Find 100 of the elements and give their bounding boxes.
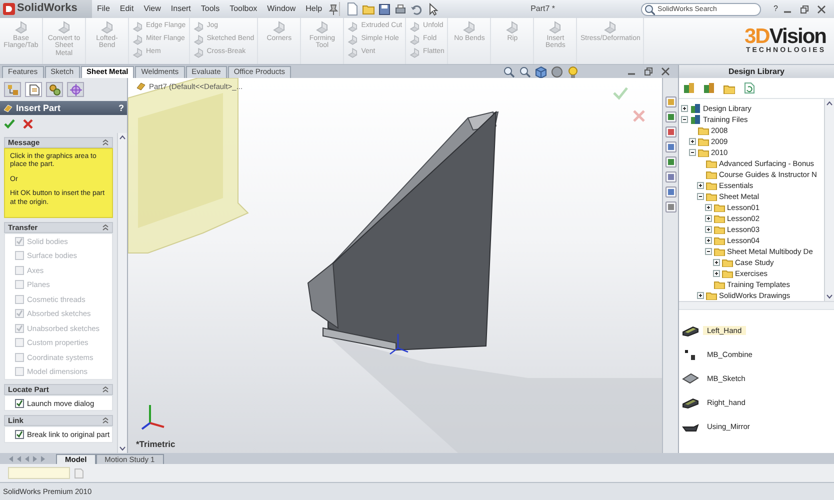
expand-toggle[interactable] [697, 182, 704, 189]
task-pane-icon[interactable] [664, 111, 676, 123]
expand-toggle[interactable] [681, 116, 688, 123]
x-mark-icon[interactable] [23, 119, 33, 129]
restore-icon[interactable] [800, 4, 809, 14]
folder-icon [706, 170, 717, 179]
bent-plate-icon [409, 47, 420, 58]
bent-plate-icon [347, 21, 358, 32]
task-pane-icon[interactable] [664, 96, 676, 108]
folder-icon [722, 268, 733, 278]
check-mark-icon[interactable] [613, 87, 628, 100]
help-button[interactable]: ? [768, 4, 783, 14]
light-bulb-icon[interactable] [567, 66, 579, 78]
printer-icon[interactable] [394, 2, 408, 16]
app-name: SolidWorks [17, 2, 78, 16]
menu-item[interactable]: Tools [196, 4, 225, 14]
task-pane-icon[interactable] [664, 126, 676, 138]
add-file-location-icon[interactable] [703, 82, 715, 94]
undo-icon[interactable] [410, 2, 424, 16]
bent-plate-icon [462, 20, 476, 34]
view-orientation-label: *Trimetric [136, 438, 176, 449]
coordinate-triad-icon [141, 405, 164, 430]
panel-tab[interactable] [4, 82, 21, 97]
expand-toggle[interactable] [689, 148, 696, 156]
bent-plate-icon [192, 47, 204, 58]
pushpin-icon[interactable] [327, 2, 340, 16]
zoom-icon[interactable] [519, 66, 531, 78]
folder-icon [698, 126, 709, 135]
new-document-icon[interactable] [346, 2, 360, 16]
bent-plate-icon [192, 34, 204, 45]
collapse-chevron-icon[interactable] [102, 417, 109, 424]
collapse-chevron-icon[interactable] [102, 224, 109, 231]
bent-plate-icon [192, 21, 204, 32]
close-icon[interactable] [661, 67, 670, 76]
panel-tab[interactable] [46, 82, 63, 97]
expand-toggle[interactable] [713, 270, 720, 277]
menu-item[interactable]: File [92, 4, 115, 14]
menu-item[interactable]: Window [262, 4, 301, 14]
panel-title: Design Library [728, 66, 784, 76]
panel-tab[interactable] [25, 82, 42, 97]
bent-plate-icon [315, 20, 330, 34]
expand-toggle[interactable] [713, 258, 720, 266]
menu-item[interactable]: Insert [166, 4, 196, 14]
restore-icon[interactable] [644, 67, 653, 76]
expand-toggle[interactable] [697, 192, 704, 200]
part-icon [136, 81, 146, 91]
refresh-icon[interactable] [743, 82, 755, 94]
expand-toggle[interactable] [705, 236, 712, 244]
folder-icon [706, 180, 717, 190]
collapse-chevron-icon[interactable] [102, 139, 109, 146]
tree-icon [6, 84, 18, 96]
help-button[interactable]: ? [118, 102, 124, 114]
bent-plate-icon [409, 34, 420, 45]
expand-toggle[interactable] [705, 248, 712, 255]
checkbox[interactable] [15, 430, 24, 440]
crosshair-icon [70, 84, 82, 96]
display-style-icon[interactable] [551, 66, 563, 78]
bent-plate-icon [409, 21, 420, 32]
add-to-library-icon[interactable] [683, 82, 695, 94]
expand-toggle[interactable] [705, 214, 712, 222]
scrollbar[interactable] [117, 133, 127, 453]
task-pane-icon[interactable] [664, 171, 676, 183]
folder-icon [698, 148, 709, 157]
collapse-chevron-icon[interactable] [102, 386, 109, 393]
menu-item[interactable]: Toolbox [224, 4, 262, 14]
folder-icon [714, 202, 725, 212]
menu-item[interactable]: View [138, 4, 166, 14]
task-pane-icon[interactable] [664, 141, 676, 153]
brand-logo: 3DVision [744, 26, 826, 48]
close-icon[interactable] [817, 4, 826, 14]
bent-plate-icon [548, 20, 562, 34]
save-icon[interactable] [378, 2, 392, 16]
task-pane-icon[interactable] [664, 186, 676, 198]
checkmark-icon[interactable] [4, 119, 15, 129]
expand-toggle[interactable] [697, 292, 704, 299]
task-pane-icon[interactable] [664, 156, 676, 168]
expand-toggle[interactable] [689, 138, 696, 145]
checkbox[interactable] [15, 398, 24, 408]
scrollbar[interactable] [679, 300, 834, 310]
folder-icon [714, 214, 725, 223]
folder-icon [706, 158, 717, 168]
scrollbar[interactable] [824, 98, 834, 301]
menu-item[interactable]: Edit [114, 4, 139, 14]
dropdown-field[interactable] [8, 467, 70, 479]
expand-toggle[interactable] [705, 204, 712, 211]
task-pane-icon[interactable] [664, 201, 676, 213]
zoom-icon[interactable] [503, 66, 515, 78]
expand-toggle[interactable] [681, 104, 688, 112]
menu-item[interactable]: Help [300, 4, 328, 14]
bent-plate-icon [14, 20, 28, 34]
expand-toggle[interactable] [705, 226, 712, 233]
bent-plate-icon [57, 20, 71, 34]
bent-plate-icon [132, 21, 143, 32]
panel-tab[interactable] [67, 82, 84, 97]
flat-plate-icon [682, 371, 699, 386]
bent-plate-icon [505, 20, 520, 34]
panel-title: Insert Part [16, 102, 62, 114]
view-cube-icon[interactable] [535, 66, 547, 78]
part-icon [3, 103, 13, 113]
document-title: Part7 * [530, 4, 556, 14]
